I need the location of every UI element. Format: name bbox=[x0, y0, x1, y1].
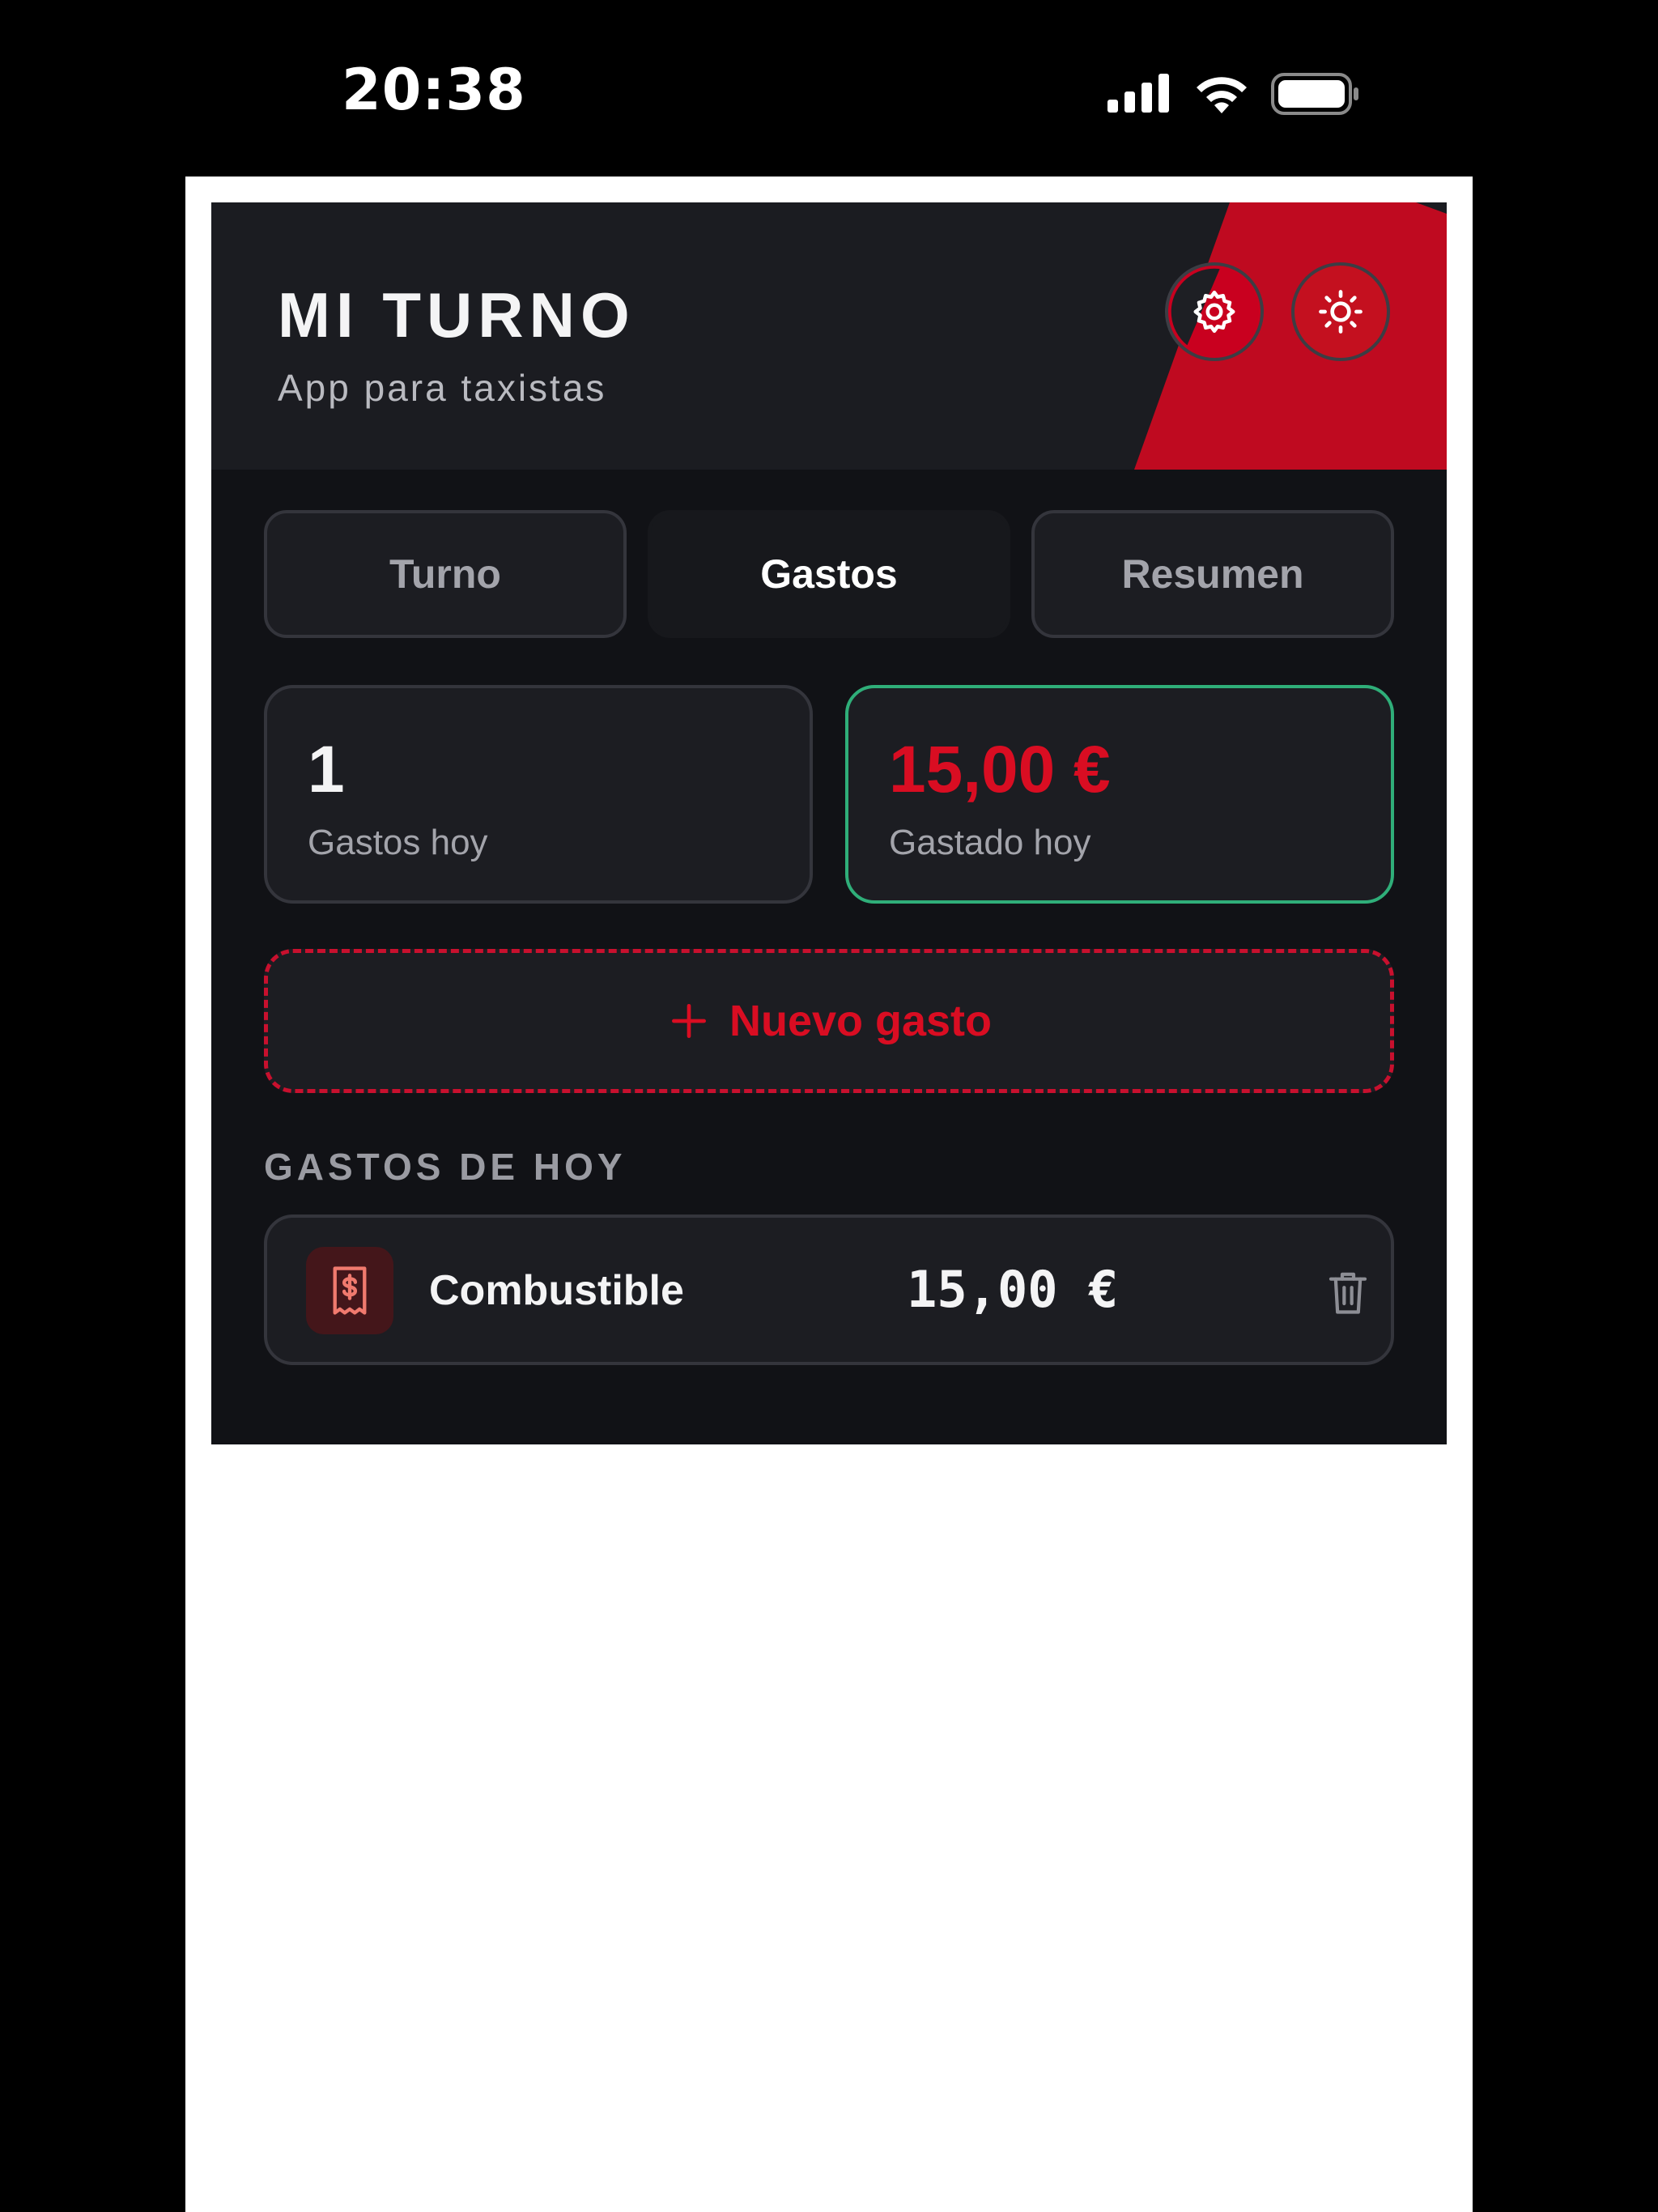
receipt-icon bbox=[306, 1247, 393, 1334]
settings-button[interactable] bbox=[1165, 262, 1264, 361]
expense-row: Combustible 15,00 € bbox=[264, 1214, 1394, 1365]
battery-icon bbox=[1271, 72, 1360, 119]
tab-turno[interactable]: Turno bbox=[264, 510, 627, 638]
sun-icon bbox=[1316, 287, 1366, 337]
stat-value: 15,00 € bbox=[889, 733, 1111, 806]
expense-amount: 15,00 € bbox=[907, 1260, 1119, 1319]
cellular-signal-icon bbox=[1107, 73, 1172, 118]
new-expense-button[interactable]: Nuevo gasto bbox=[264, 949, 1394, 1093]
stat-label: Gastos hoy bbox=[308, 823, 488, 862]
app-container: MI TURNO App para taxistas Turno Gastos … bbox=[211, 202, 1447, 1444]
new-expense-label: Nuevo gasto bbox=[729, 997, 993, 1045]
app-subtitle: App para taxistas bbox=[278, 367, 607, 409]
tab-resumen[interactable]: Resumen bbox=[1031, 510, 1394, 638]
stat-label: Gastado hoy bbox=[889, 823, 1091, 862]
section-title: GASTOS DE HOY bbox=[264, 1146, 627, 1188]
stat-card-spent-today: 15,00 € Gastado hoy bbox=[845, 685, 1394, 904]
tab-gastos[interactable]: Gastos bbox=[648, 510, 1010, 638]
trash-icon[interactable] bbox=[1320, 1261, 1376, 1323]
status-icons bbox=[1107, 71, 1360, 120]
expense-name: Combustible bbox=[429, 1267, 684, 1314]
app-title: MI TURNO bbox=[278, 279, 636, 351]
plus-icon bbox=[666, 998, 712, 1044]
status-time: 20:38 bbox=[342, 57, 526, 123]
gear-icon bbox=[1190, 287, 1239, 336]
stat-value: 1 bbox=[308, 733, 345, 806]
stat-card-expense-count: 1 Gastos hoy bbox=[264, 685, 813, 904]
status-bar: 20:38 bbox=[0, 0, 1658, 177]
wifi-icon bbox=[1193, 73, 1250, 119]
theme-toggle-button[interactable] bbox=[1291, 262, 1390, 361]
tab-bar: Turno Gastos Resumen bbox=[264, 510, 1394, 638]
app-header: MI TURNO App para taxistas bbox=[211, 202, 1447, 470]
